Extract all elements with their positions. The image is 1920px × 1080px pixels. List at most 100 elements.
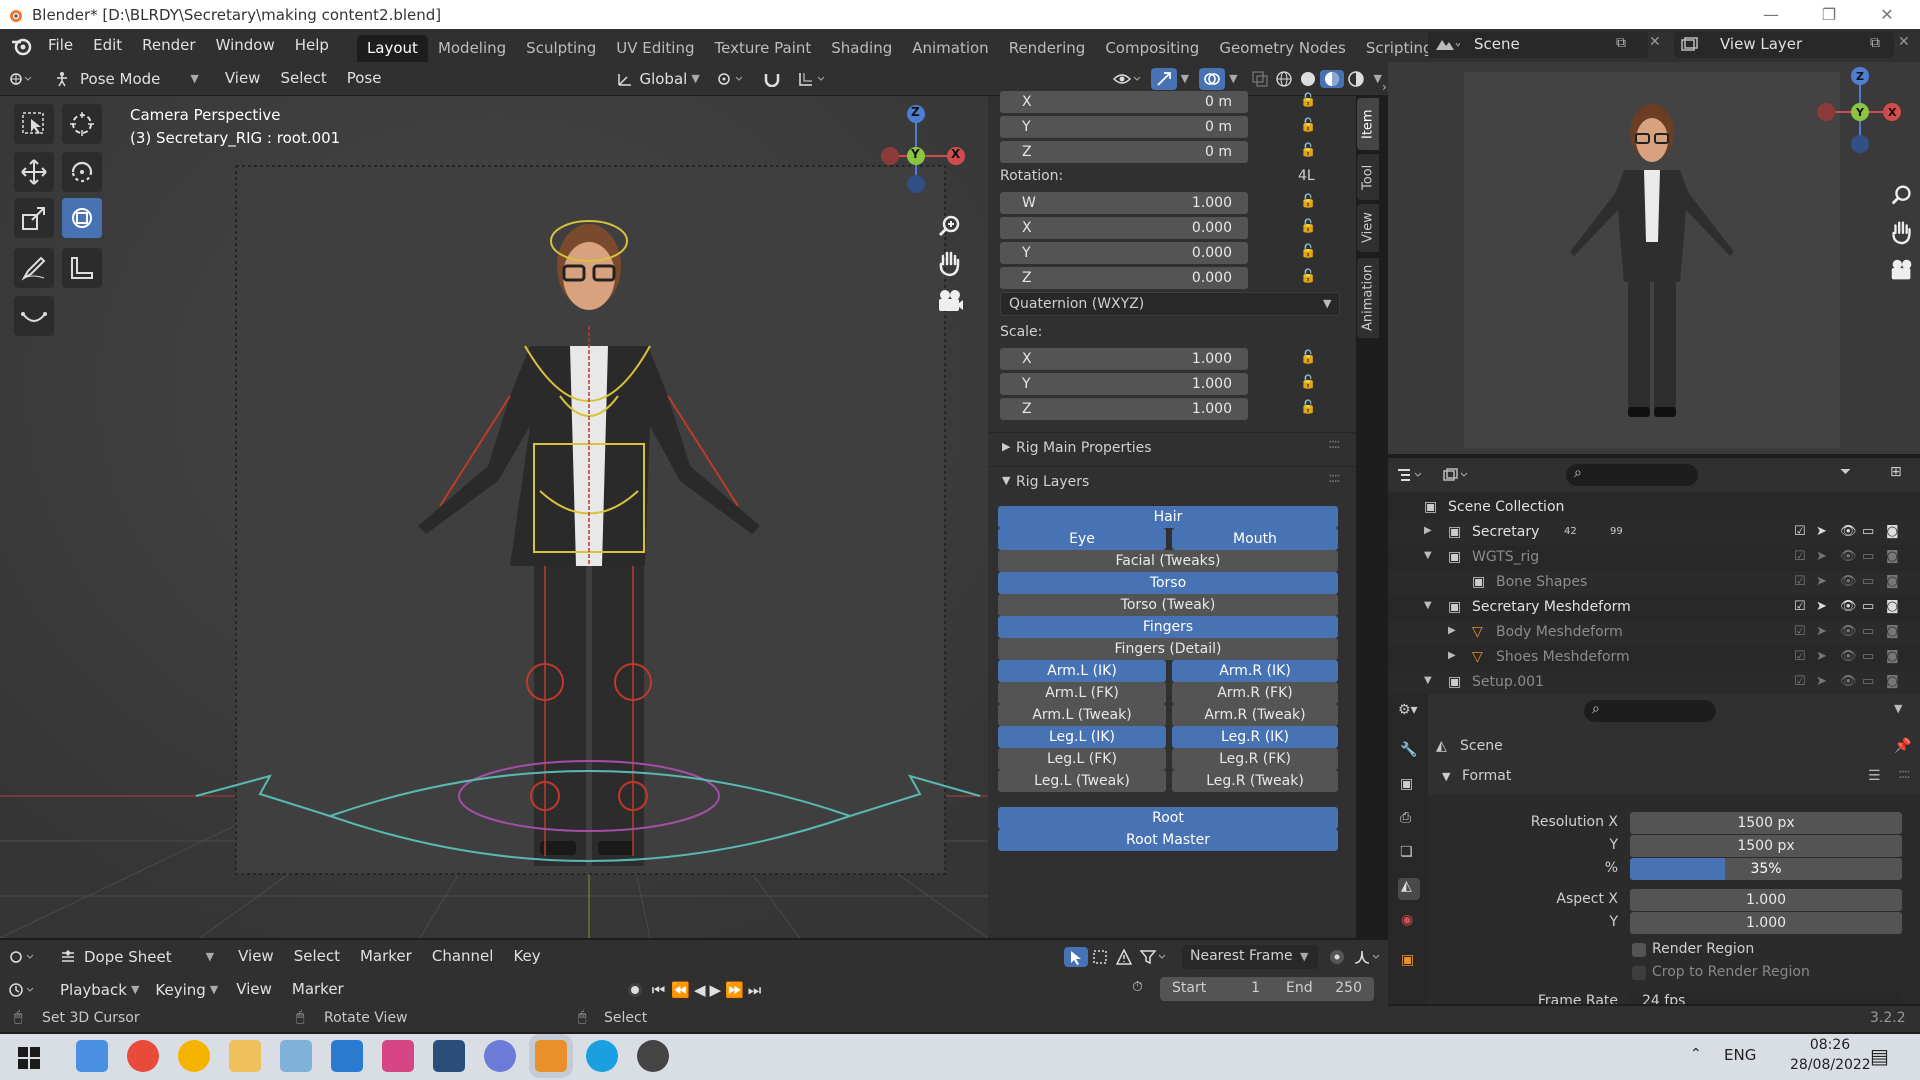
scene-properties-tab[interactable]: ◭ — [1398, 878, 1420, 900]
properties-editor-type[interactable]: ⚙▾ — [1398, 702, 1418, 718]
tab-tool[interactable]: Tool — [1357, 154, 1379, 200]
scene-selector[interactable]: Scene ⧉ — [1428, 32, 1648, 58]
preview-navigation-gizmo[interactable]: Z Y X — [1808, 66, 1918, 162]
camera-icon[interactable]: ◙ — [1886, 599, 1899, 614]
shading-material[interactable] — [1319, 69, 1344, 88]
gizmo-toggle[interactable] — [1150, 67, 1177, 90]
snap-mode-dropdown[interactable]: Nearest Frame ▼ — [1182, 944, 1318, 969]
tab-animation[interactable]: Animation — [902, 35, 998, 62]
photoshop-icon[interactable] — [433, 1040, 465, 1072]
move-tool[interactable] — [14, 152, 54, 192]
rig-layer-leg-r-fk-button[interactable]: Leg.R (FK) — [1172, 748, 1338, 770]
end-frame-field[interactable]: End 250 — [1274, 977, 1374, 1001]
rig-layer-mouth-button[interactable]: Mouth — [1172, 528, 1338, 550]
checkbox-icon[interactable]: ☑ — [1794, 524, 1806, 539]
clock-time[interactable]: 08:26 — [1790, 1037, 1870, 1053]
scale-tool[interactable] — [14, 198, 54, 238]
chevron-down-icon[interactable]: ▼ — [1424, 675, 1432, 686]
camera-view-button[interactable] — [935, 286, 965, 316]
shading-rendered[interactable] — [1344, 70, 1368, 88]
tab-texture-paint[interactable]: Texture Paint — [704, 35, 821, 62]
checkbox-icon[interactable]: ☑ — [1794, 649, 1806, 664]
camera-icon[interactable]: ◙ — [1886, 674, 1899, 689]
rig-layer-eye-button[interactable]: Eye — [998, 528, 1166, 550]
jump-end-button[interactable]: ⏭ — [746, 981, 764, 999]
new-scene-icon[interactable]: ⧉ — [1616, 35, 1626, 51]
new-collection-icon[interactable]: ⊞ — [1890, 464, 1902, 480]
notepad-icon[interactable] — [280, 1040, 312, 1072]
tool-properties-tab[interactable]: 🔧 — [1398, 742, 1420, 764]
chevron-down-icon[interactable]: ▼ — [1894, 702, 1902, 715]
outliner-editor-type[interactable] — [1388, 467, 1434, 483]
checkbox-icon[interactable]: ☑ — [1794, 574, 1806, 589]
outliner-row[interactable]: ▣ Scene Collection — [1388, 496, 1920, 520]
lock-icon[interactable]: 🔓 — [1300, 350, 1316, 365]
filter-icon[interactable]: ⏷ — [1840, 464, 1851, 480]
eye-icon[interactable]: 👁 — [1840, 674, 1857, 689]
file-explorer-icon[interactable] — [229, 1040, 261, 1072]
tab-uv-editing[interactable]: UV Editing — [606, 35, 704, 62]
rig-layer-torso-tweak-button[interactable]: Torso (Tweak) — [998, 594, 1338, 616]
view-layer-selector[interactable]: View Layer ⧉ — [1674, 32, 1894, 58]
select-box-tool[interactable] — [14, 104, 54, 144]
rig-layer-root-master-button[interactable]: Root Master — [998, 829, 1338, 851]
chrome-alt-icon[interactable] — [127, 1040, 159, 1072]
gizmo-dropdown[interactable]: ▼ — [1177, 72, 1193, 85]
pin-icon[interactable]: 📌 — [1894, 738, 1911, 754]
lock-icon[interactable]: 🔓 — [1300, 244, 1316, 259]
render-region-checkbox[interactable] — [1632, 943, 1646, 957]
camera-icon[interactable]: ◙ — [1886, 574, 1899, 589]
orientation-dropdown[interactable]: Global ▼ — [609, 70, 707, 88]
resolution-x-field[interactable]: 1500 px — [1630, 812, 1902, 834]
select-arrow-icon[interactable]: ➤ — [1816, 649, 1827, 664]
select-arrow-icon[interactable]: ➤ — [1816, 574, 1827, 589]
outliner-row[interactable]: ▼ ▣ Secretary Meshdeform ☑ ➤ 👁 ▭ ◙ — [1388, 596, 1920, 620]
shading-solid[interactable] — [1296, 70, 1320, 88]
start-frame-field[interactable]: Start 1 — [1160, 977, 1272, 1001]
checkbox-icon[interactable]: ☑ — [1794, 624, 1806, 639]
timeline-editor-type[interactable] — [0, 982, 46, 998]
falloff-dropdown[interactable] — [1350, 949, 1388, 965]
prev-keyframe-button[interactable]: ⏪ — [669, 981, 692, 999]
ds-menu-view[interactable]: View — [228, 940, 284, 973]
vscode-icon[interactable] — [331, 1040, 363, 1072]
eye-icon[interactable]: 👁 — [1840, 599, 1857, 614]
monitor-icon[interactable]: ▭ — [1862, 599, 1874, 614]
eye-icon[interactable]: 👁 — [1840, 574, 1857, 589]
scale-y-field[interactable]: Y 1.000 — [1000, 373, 1248, 395]
windows-icon[interactable] — [76, 1040, 108, 1072]
lock-icon[interactable]: 🔓 — [1300, 400, 1316, 415]
ds-menu-key[interactable]: Key — [503, 940, 550, 973]
camera-icon[interactable]: ◙ — [1886, 549, 1899, 564]
filters-dropdown[interactable] — [1136, 949, 1174, 965]
chevron-right-icon[interactable]: ▶ — [1424, 525, 1432, 536]
scale-z-field[interactable]: Z 1.000 — [1000, 398, 1248, 420]
select-arrow-icon[interactable]: ➤ — [1816, 599, 1827, 614]
preview-pan-button[interactable] — [1888, 218, 1916, 246]
world-properties-tab[interactable]: ◉ — [1398, 912, 1420, 934]
location-y-field[interactable]: Y 0 m — [1000, 116, 1248, 138]
monitor-icon[interactable]: ▭ — [1862, 649, 1874, 664]
blender-icon[interactable] — [535, 1040, 567, 1072]
instagram-icon[interactable] — [382, 1040, 414, 1072]
keying-dropdown[interactable]: Keying ▼ — [147, 981, 226, 999]
vp-menu-pose[interactable]: Pose — [337, 62, 392, 95]
rig-layer-arm-r-fk-button[interactable]: Arm.R (FK) — [1172, 682, 1338, 704]
shading-wireframe[interactable] — [1272, 70, 1296, 88]
chevron-up-icon[interactable]: ⌃ — [1690, 1046, 1702, 1062]
tl-menu-view[interactable]: View — [226, 973, 282, 1006]
outliner-row[interactable]: ▣ Bone Shapes ☑ ➤ 👁 ▭ ◙ — [1388, 571, 1920, 595]
outliner-row[interactable]: ▶ ▽ Body Meshdeform ☑ ➤ 👁 ▭ ◙ — [1388, 621, 1920, 645]
select-arrow-icon[interactable]: ➤ — [1816, 549, 1827, 564]
select-arrow-icon[interactable]: ➤ — [1816, 524, 1827, 539]
rig-layer-leg-r-ik-button[interactable]: Leg.R (IK) — [1172, 726, 1338, 748]
chevron-down-icon[interactable]: ▼ — [1424, 600, 1432, 611]
rig-layer-hair-button[interactable]: Hair — [998, 506, 1338, 528]
playback-dropdown[interactable]: Playback ▼ — [52, 981, 147, 999]
tab-compositing[interactable]: Compositing — [1095, 35, 1209, 62]
render-properties-tab[interactable]: ▣ — [1398, 776, 1420, 798]
next-keyframe-button[interactable]: ⏩ — [723, 981, 746, 999]
overlay-dropdown[interactable]: ▼ — [1225, 72, 1241, 85]
outliner-row[interactable]: ▼ ▣ WGTS_rig ☑ ➤ 👁 ▭ ◙ — [1388, 546, 1920, 570]
rig-layer-leg-l-ik-button[interactable]: Leg.L (IK) — [998, 726, 1166, 748]
